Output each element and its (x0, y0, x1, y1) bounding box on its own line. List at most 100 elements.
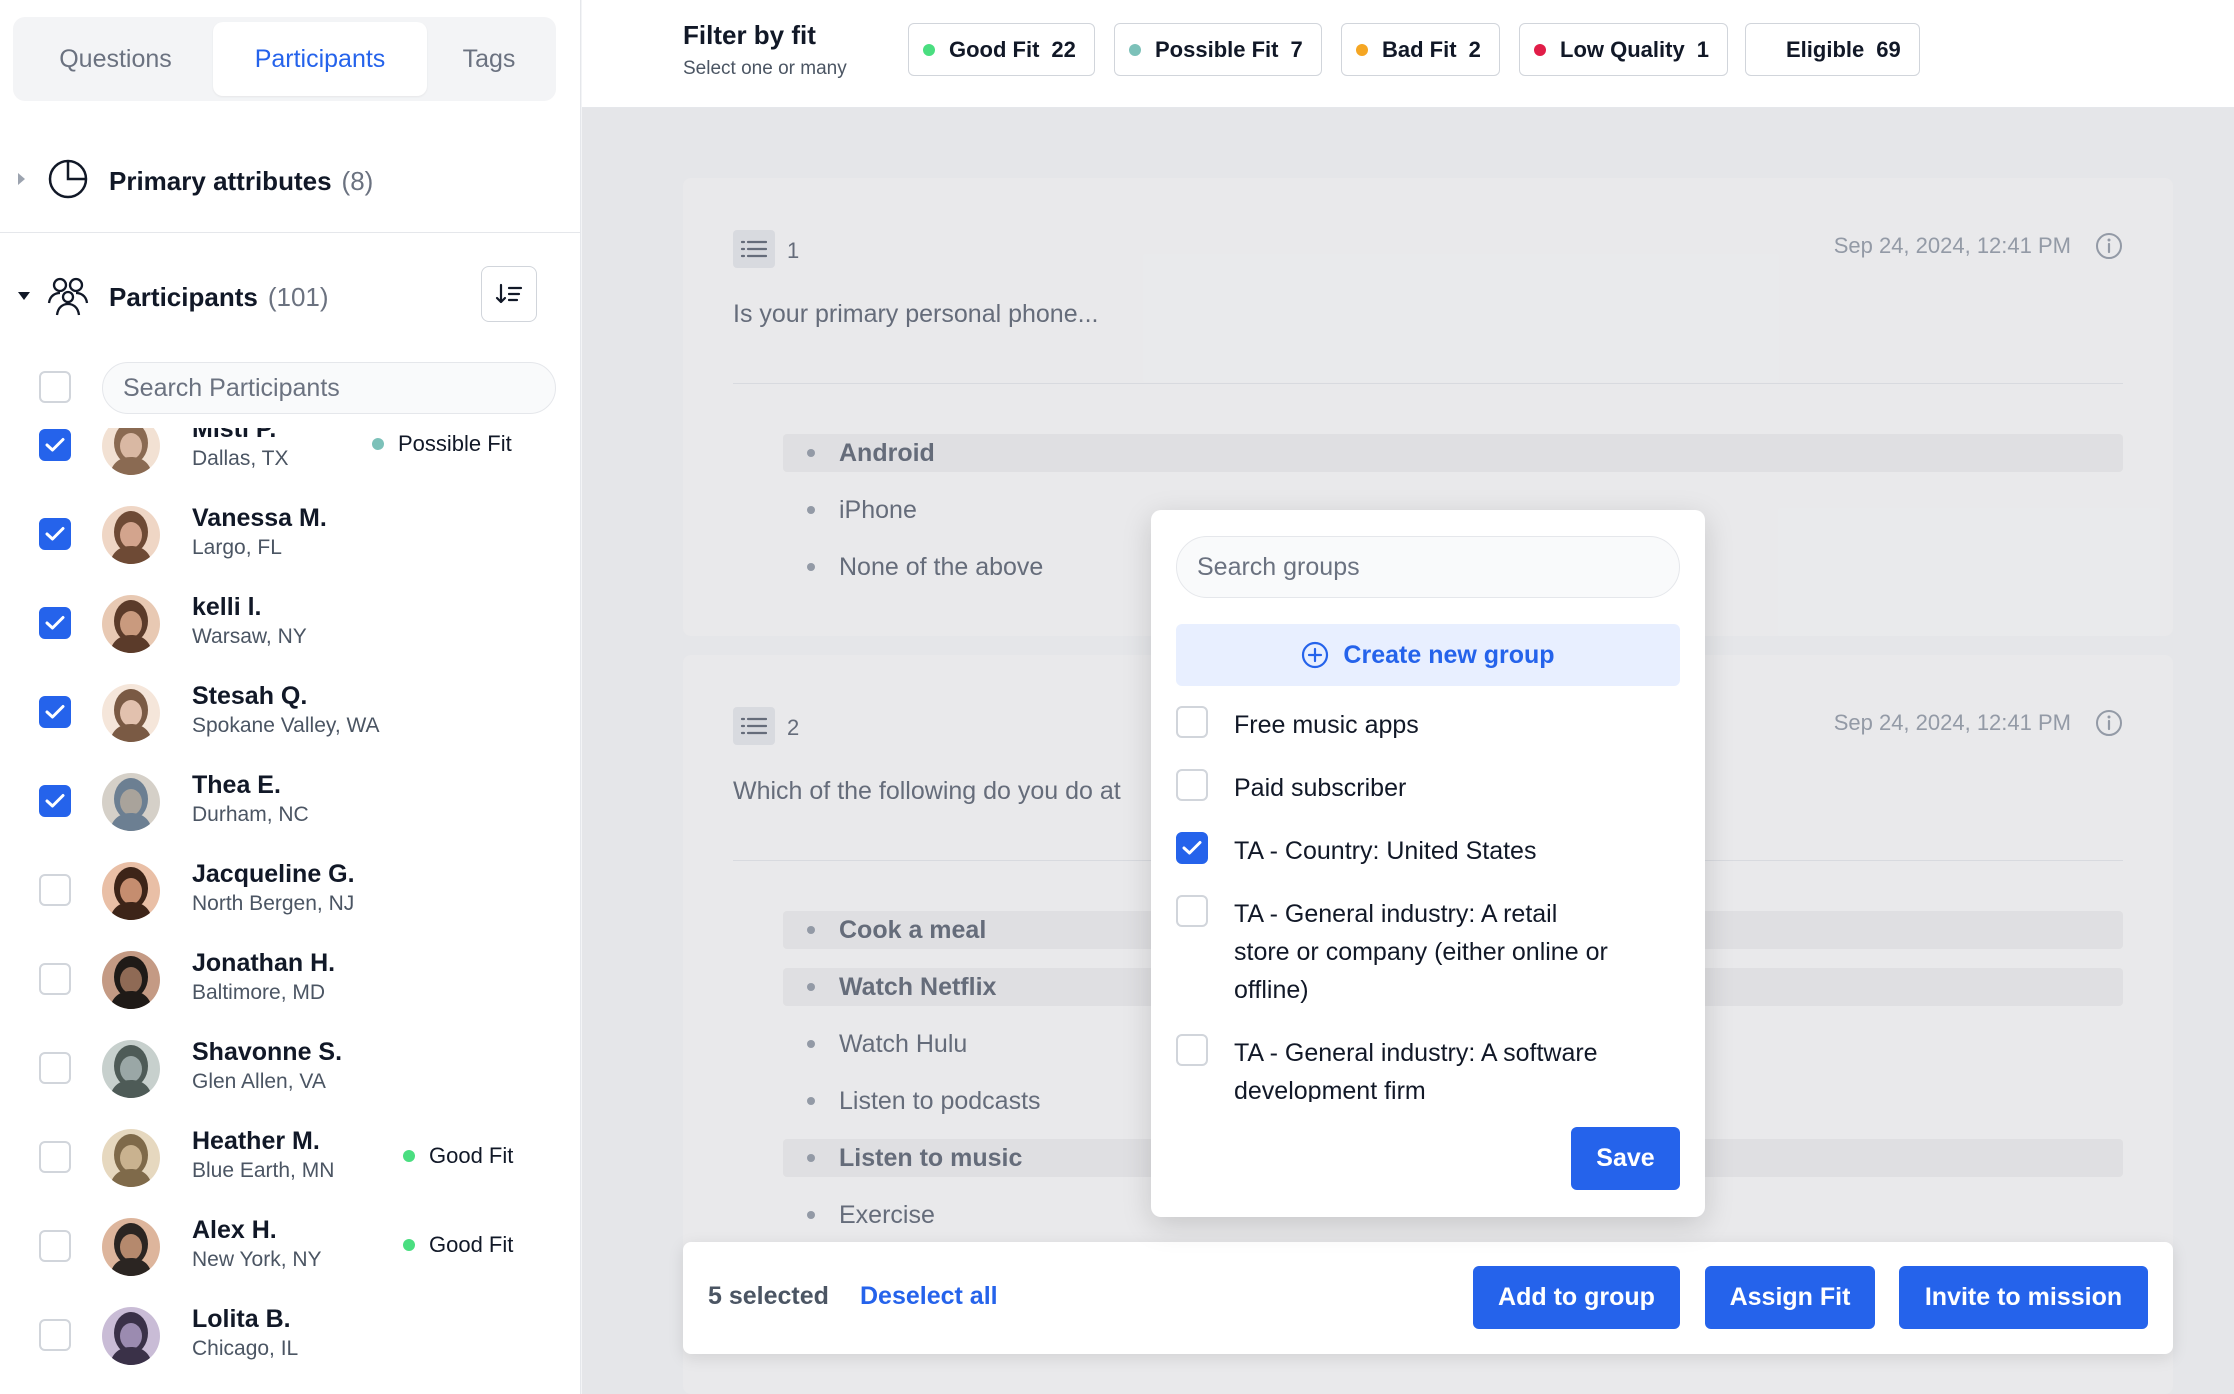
check-icon (1182, 841, 1202, 855)
participant-name[interactable]: Misti P. (192, 428, 276, 444)
tab-questions[interactable]: Questions (18, 22, 213, 96)
sort-icon (495, 283, 523, 304)
assign-fit-button[interactable]: Assign Fit (1705, 1266, 1875, 1329)
participant-row[interactable]: Heather M. Blue Earth, MN Good Fit (0, 1117, 580, 1197)
participant-name[interactable]: Vanessa M. (192, 504, 327, 533)
filter-chip-count: 7 (1290, 36, 1303, 62)
status-dot (1356, 43, 1368, 56)
participant-checkbox[interactable] (39, 518, 71, 550)
search-groups-input[interactable] (1176, 536, 1680, 598)
participant-row[interactable]: Lolita B. Chicago, IL (0, 1295, 580, 1375)
filter-chip-count: 2 (1468, 36, 1481, 62)
participant-name[interactable]: kelli l. (192, 593, 261, 622)
selected-count: 5 selected (708, 1282, 829, 1310)
status-dot (1534, 43, 1546, 56)
participant-checkbox[interactable] (39, 1052, 71, 1084)
participant-location: Glen Allen, VA (192, 1070, 326, 1093)
chevron-down-icon[interactable] (18, 292, 30, 300)
filter-chip-label: Bad Fit (1382, 36, 1457, 62)
participant-name[interactable]: Heather M. (192, 1127, 320, 1156)
participant-name[interactable]: Jonathan H. (192, 949, 335, 978)
status-dot (1129, 43, 1141, 56)
status-dot (372, 438, 384, 450)
participant-row[interactable]: kelli l. Warsaw, NY (0, 583, 580, 663)
primary-attributes-row[interactable]: Primary attributes (8) (0, 156, 580, 202)
participant-checkbox[interactable] (39, 1230, 71, 1262)
participant-list: Misti P. Dallas, TX Possible Fit Vanessa M.… (0, 428, 580, 1394)
participant-checkbox[interactable] (39, 963, 71, 995)
participant-location: Baltimore, MD (192, 981, 326, 1004)
participant-checkbox[interactable] (39, 1141, 71, 1173)
group-checkbox[interactable] (1176, 1034, 1208, 1066)
tab-bar: Questions Participants Tags (13, 17, 556, 101)
participant-row[interactable]: Thea E. Durham, NC (0, 761, 580, 841)
avatar (102, 1307, 160, 1365)
sort-button[interactable] (481, 266, 537, 322)
participant-name[interactable]: Jacqueline G. (192, 860, 355, 889)
participant-name[interactable]: Shavonne S. (192, 1038, 342, 1067)
fit-label: Good Fit (429, 1232, 514, 1257)
group-checkbox[interactable] (1176, 706, 1208, 738)
tab-participants[interactable]: Participants (213, 22, 427, 96)
participant-name[interactable]: Stesah Q. (192, 682, 307, 711)
primary-attributes-title: Primary attributes (109, 166, 332, 196)
filter-subtitle: Select one or many (683, 58, 847, 79)
avatar (102, 951, 160, 1009)
fit-badge: Possible Fit (372, 431, 512, 457)
filter-chip-label: Eligible (1786, 36, 1865, 62)
fit-badge: Good Fit (403, 1143, 513, 1169)
save-button[interactable]: Save (1571, 1127, 1680, 1190)
select-all-checkbox[interactable] (39, 371, 71, 403)
participant-row[interactable]: Alex H. New York, NY Good Fit (0, 1206, 580, 1286)
participant-checkbox[interactable] (39, 874, 71, 906)
participant-location: Chicago, IL (192, 1337, 299, 1360)
participant-location: Largo, FL (192, 536, 282, 559)
status-dot (403, 1239, 415, 1251)
participant-row[interactable]: Misti P. Dallas, TX Possible Fit (0, 428, 580, 485)
invite-to-mission-button[interactable]: Invite to mission (1899, 1266, 2148, 1329)
group-checkbox[interactable] (1176, 832, 1208, 864)
participant-row[interactable]: Jacqueline G. North Bergen, NJ (0, 850, 580, 930)
participant-checkbox[interactable] (39, 429, 71, 461)
filter-chip-label: Good Fit (949, 36, 1040, 62)
filter-chip-count: 69 (1876, 36, 1901, 62)
participant-name[interactable]: Lolita B. (192, 1305, 291, 1334)
group-checkbox[interactable] (1176, 895, 1208, 927)
check-icon (45, 705, 65, 719)
filter-chip-possible-fit[interactable]: Possible Fit 7 (1114, 23, 1322, 76)
filter-chip-bad-fit[interactable]: Bad Fit 2 (1341, 23, 1500, 76)
avatar (102, 1040, 160, 1098)
search-participants-input[interactable] (102, 362, 556, 414)
filter-chip-eligible[interactable]: Eligible 69 (1745, 23, 1920, 76)
plus-circle-icon (1302, 641, 1329, 669)
participant-checkbox[interactable] (39, 607, 71, 639)
avatar (102, 862, 160, 920)
avatar (102, 428, 160, 475)
group-label: Free music apps (1234, 711, 1419, 739)
participant-name[interactable]: Thea E. (192, 771, 281, 800)
participant-checkbox[interactable] (39, 785, 71, 817)
filter-bar: Filter by fit Select one or many Good Fi… (582, 0, 2234, 108)
selection-action-bar: 5 selected Deselect all Add to group Ass… (683, 1242, 2173, 1354)
participant-checkbox[interactable] (39, 696, 71, 728)
filter-chip-label: Low Quality (1560, 36, 1685, 62)
group-checkbox[interactable] (1176, 769, 1208, 801)
filter-chip-good-fit[interactable]: Good Fit 22 (908, 23, 1095, 76)
tab-tags[interactable]: Tags (427, 22, 551, 96)
participant-checkbox[interactable] (39, 1319, 71, 1351)
add-to-group-button[interactable]: Add to group (1473, 1266, 1680, 1329)
create-new-group-button[interactable]: Create new group (1176, 624, 1680, 686)
participant-row[interactable]: Vanessa M. Largo, FL (0, 494, 580, 574)
participant-row[interactable]: Stesah Q. Spokane Valley, WA (0, 672, 580, 752)
participant-location: Durham, NC (192, 803, 309, 826)
primary-attributes-count: (8) (341, 166, 374, 196)
filter-chip-label: Possible Fit (1155, 36, 1279, 62)
group-label: TA - Country: United States (1234, 837, 1537, 865)
chevron-right-icon[interactable] (18, 173, 25, 185)
deselect-all-link[interactable]: Deselect all (860, 1282, 998, 1311)
participant-row[interactable]: Shavonne S. Glen Allen, VA (0, 1028, 580, 1108)
participant-name[interactable]: Alex H. (192, 1216, 277, 1245)
filter-chip-low-quality[interactable]: Low Quality 1 (1519, 23, 1728, 76)
participant-row[interactable]: Jonathan H. Baltimore, MD (0, 939, 580, 1019)
status-dot (403, 1150, 415, 1162)
